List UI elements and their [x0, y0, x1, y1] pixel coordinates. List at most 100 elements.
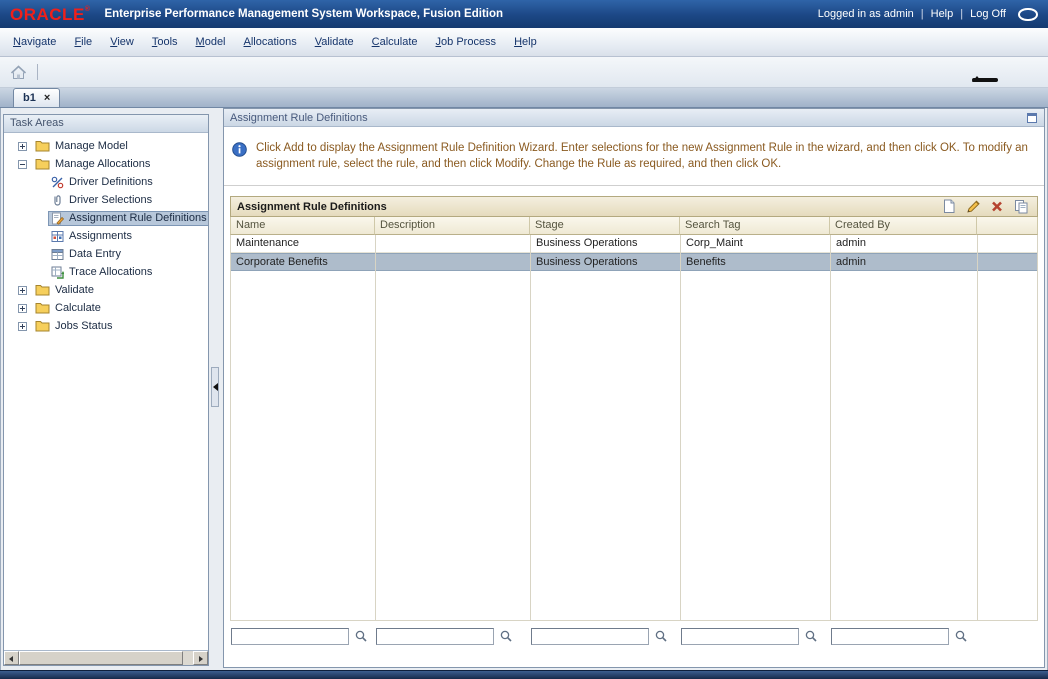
- menu-navigate[interactable]: Navigate: [4, 32, 65, 52]
- column-header-search-tag[interactable]: Search Tag: [680, 217, 830, 235]
- expand-icon[interactable]: [18, 286, 27, 295]
- tree-item-jobs-status[interactable]: Jobs Status: [4, 317, 208, 335]
- expand-icon[interactable]: [18, 322, 27, 331]
- home-button[interactable]: [10, 65, 27, 80]
- menu-bar: Navigate File View Tools Model Allocatio…: [0, 28, 1048, 57]
- toolbar-collapse-button[interactable]: [972, 64, 998, 79]
- tree-item-driver-definitions[interactable]: Driver Definitions: [4, 173, 208, 191]
- menu-help[interactable]: Help: [505, 32, 546, 52]
- app-title: Enterprise Performance Management System…: [104, 8, 503, 20]
- menu-calculate[interactable]: Calculate: [363, 32, 427, 52]
- new-document-icon: [942, 199, 956, 214]
- tree-item-calculate[interactable]: Calculate: [4, 299, 208, 317]
- column-divider: [977, 235, 978, 620]
- folder-icon: [35, 320, 50, 332]
- table-row-maintenance[interactable]: Maintenance Business Operations Corp_Mai…: [231, 235, 1037, 253]
- toolbar: [0, 57, 1048, 88]
- registered-mark: ®: [85, 6, 91, 13]
- search-button[interactable]: [954, 629, 968, 643]
- delete-x-icon: [990, 199, 1004, 214]
- expand-icon[interactable]: [18, 304, 27, 313]
- column-header-name[interactable]: Name: [230, 217, 375, 235]
- expand-icon[interactable]: [18, 142, 27, 151]
- collapse-left-icon: [213, 383, 218, 391]
- header-separator: |: [960, 8, 963, 20]
- modify-button[interactable]: [966, 199, 980, 214]
- column-header-created-by[interactable]: Created By: [830, 217, 977, 235]
- duplicate-button[interactable]: [1014, 199, 1029, 214]
- menu-allocations[interactable]: Allocations: [235, 32, 306, 52]
- menu-view[interactable]: View: [101, 32, 143, 52]
- panel-splitter[interactable]: [209, 108, 223, 670]
- tree-item-manage-model[interactable]: Manage Model: [4, 137, 208, 155]
- scrollbar-thumb[interactable]: [19, 651, 183, 665]
- cell-stage: Business Operations: [531, 235, 681, 252]
- tree-item-trace-allocations[interactable]: Trace Allocations: [4, 263, 208, 281]
- folder-icon: [35, 302, 50, 314]
- table-title: Assignment Rule Definitions: [237, 201, 387, 213]
- scroll-left-button[interactable]: [4, 651, 19, 665]
- logoff-link[interactable]: Log Off: [970, 8, 1006, 20]
- filter-input-stage[interactable]: [531, 628, 649, 645]
- tree-label: Validate: [55, 284, 94, 296]
- tab-bar: b1 ×: [0, 88, 1048, 108]
- filter-row: [230, 621, 1038, 651]
- scroll-right-button[interactable]: [193, 651, 208, 665]
- collapse-icon[interactable]: [18, 160, 27, 169]
- column-header-description[interactable]: Description: [375, 217, 530, 235]
- tab-b1[interactable]: b1 ×: [13, 88, 60, 107]
- cell-empty: [978, 235, 1037, 252]
- assignments-icon: [51, 230, 64, 243]
- cell-empty: [978, 254, 1037, 270]
- menu-job-process[interactable]: Job Process: [427, 32, 506, 52]
- tree-label: Driver Definitions: [69, 176, 153, 188]
- search-icon: [954, 629, 968, 643]
- search-button[interactable]: [354, 629, 368, 643]
- search-button[interactable]: [499, 629, 513, 643]
- search-button[interactable]: [804, 629, 818, 643]
- tree-item-assignment-rule-definitions[interactable]: Assignment Rule Definitions: [4, 209, 208, 227]
- restore-window-button[interactable]: [1026, 112, 1038, 124]
- delete-button[interactable]: [990, 199, 1004, 214]
- cell-stage: Business Operations: [531, 254, 681, 270]
- filter-input-created-by[interactable]: [831, 628, 949, 645]
- menu-validate[interactable]: Validate: [306, 32, 363, 52]
- help-link[interactable]: Help: [931, 8, 954, 20]
- add-button[interactable]: [942, 199, 956, 214]
- toolbar-separator: [37, 64, 38, 80]
- tree-item-validate[interactable]: Validate: [4, 281, 208, 299]
- workspace-icon: [1018, 8, 1038, 21]
- menu-tools[interactable]: Tools: [143, 32, 187, 52]
- driver-definitions-icon: [51, 176, 64, 189]
- tab-close-icon[interactable]: ×: [44, 93, 50, 104]
- filter-input-search-tag[interactable]: [681, 628, 799, 645]
- table-row-corporate-benefits[interactable]: Corporate Benefits Business Operations B…: [231, 253, 1037, 271]
- tree-item-data-entry[interactable]: Data Entry: [4, 245, 208, 263]
- filter-cell: [830, 628, 977, 645]
- filter-input-description[interactable]: [376, 628, 494, 645]
- tree-item-driver-selections[interactable]: Driver Selections: [4, 191, 208, 209]
- column-header-row: Name Description Stage Search Tag Create…: [230, 217, 1038, 235]
- tree-label: Driver Selections: [69, 194, 152, 206]
- tree-item-assignments[interactable]: Assignments: [4, 227, 208, 245]
- column-header-stage[interactable]: Stage: [530, 217, 680, 235]
- search-button[interactable]: [654, 629, 668, 643]
- cell-created-by: admin: [831, 254, 978, 270]
- table-body: Maintenance Business Operations Corp_Mai…: [230, 235, 1038, 621]
- bottom-status-bar: [0, 670, 1048, 679]
- cell-description: [376, 235, 531, 252]
- search-icon: [804, 629, 818, 643]
- filter-input-name[interactable]: [231, 628, 349, 645]
- tree-item-manage-allocations[interactable]: Manage Allocations: [4, 155, 208, 173]
- cell-created-by: admin: [831, 235, 978, 252]
- menu-model[interactable]: Model: [187, 32, 235, 52]
- logged-in-text: Logged in as admin: [818, 8, 914, 20]
- tree-label: Data Entry: [69, 248, 121, 260]
- menu-file[interactable]: File: [65, 32, 101, 52]
- column-divider: [830, 235, 831, 620]
- splitter-collapse-handle[interactable]: [211, 367, 219, 407]
- tree-label: Manage Model: [55, 140, 128, 152]
- column-divider: [375, 235, 376, 620]
- column-header-empty: [977, 217, 1038, 235]
- assignment-rules-table: Assignment Rule Definitions: [230, 196, 1038, 651]
